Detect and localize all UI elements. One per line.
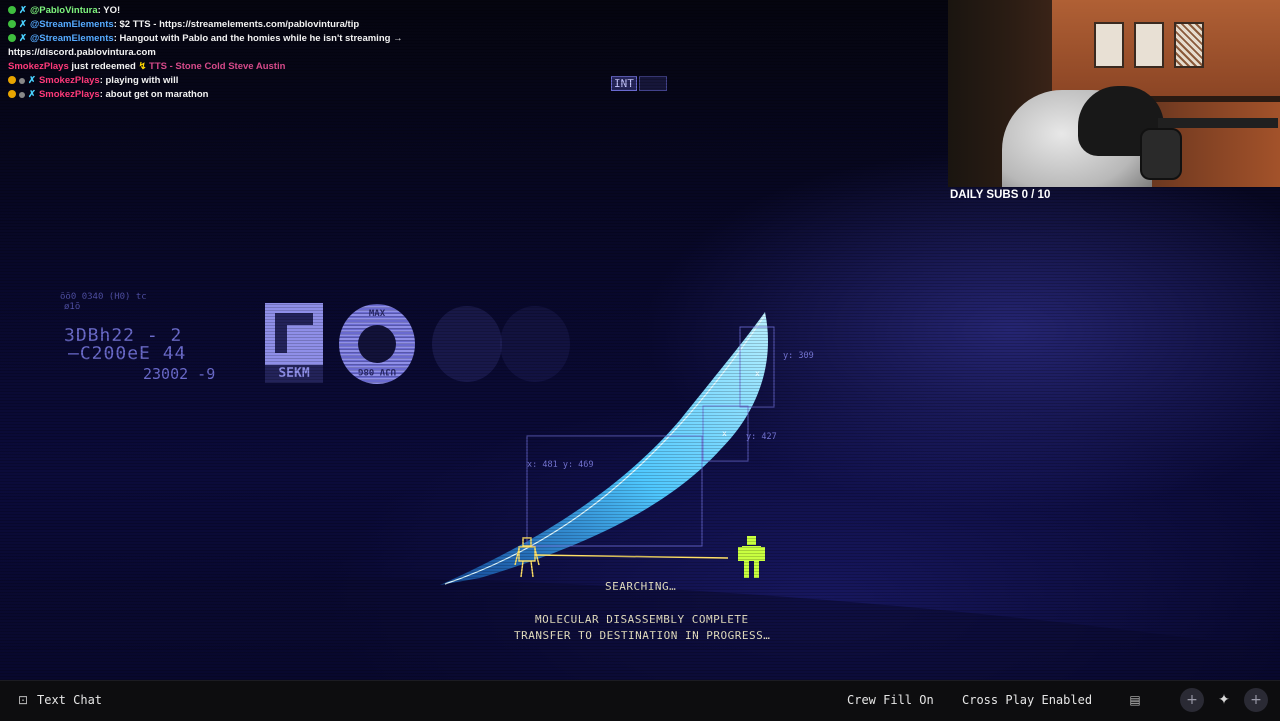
runner-solid-icon bbox=[738, 536, 765, 578]
tts-redeem: TTS - Stone Cold Steve Austin bbox=[149, 61, 286, 72]
chat-line: ✗ SmokezPlays: playing with will bbox=[8, 74, 608, 88]
grey-badge-icon bbox=[19, 78, 25, 84]
daily-subs-counter: DAILY SUBS 0 / 10 bbox=[950, 189, 1051, 201]
chat-username: SmokezPlays bbox=[8, 61, 69, 72]
bits-badge-icon bbox=[8, 90, 16, 98]
subscriber-badge-icon bbox=[8, 20, 16, 28]
microphone-icon bbox=[1140, 128, 1182, 180]
searching-status: SEARCHING… bbox=[605, 580, 677, 593]
chat-message: : about get on marathon bbox=[99, 89, 209, 100]
coord-label-main: x: 481 y: 469 bbox=[527, 460, 594, 470]
wall-art bbox=[1094, 22, 1124, 68]
sword-badge-icon: ✗ bbox=[19, 19, 27, 30]
sword-badge-icon: ✗ bbox=[19, 33, 27, 44]
crew-icon[interactable]: ✦ bbox=[1212, 688, 1236, 712]
text-chat-button[interactable]: Text Chat bbox=[37, 693, 102, 707]
chat-username: @StreamElements bbox=[29, 19, 114, 30]
chat-line: SmokezPlays just redeemed ↯ TTS - Stone … bbox=[8, 61, 286, 72]
chat-message: : playing with will bbox=[99, 75, 179, 86]
mic-arm bbox=[1158, 118, 1278, 128]
feather-icon bbox=[440, 312, 768, 585]
chat-message: $2 TTS - https://streamelements.com/pabl… bbox=[119, 19, 360, 30]
chat-line: ✗ SmokezPlays: about get on marathon bbox=[8, 88, 608, 102]
sword-badge-icon: ✗ bbox=[19, 5, 27, 16]
chat-username: @PabloVintura bbox=[29, 5, 98, 16]
svg-text:x: x bbox=[722, 429, 727, 438]
message-icon[interactable]: ▤ bbox=[1128, 693, 1142, 707]
cross-play-toggle[interactable]: Cross Play Enabled bbox=[962, 693, 1092, 707]
chat-message: Hangout with Pablo and the homies while … bbox=[119, 33, 403, 44]
sword-badge-icon: ✗ bbox=[28, 75, 36, 86]
coord-label-top: y: 309 bbox=[783, 351, 814, 361]
bottom-bar: ⊡ Text Chat Crew Fill On Cross Play Enab… bbox=[0, 680, 1280, 721]
plus-icon[interactable]: + bbox=[1244, 688, 1268, 712]
stream-chat: ✗ @PabloVintura: YO! ✗ @StreamElements: $2… bbox=[8, 4, 608, 102]
sword-badge-icon: ✗ bbox=[28, 89, 36, 100]
chat-message: https://discord.pablovintura.com bbox=[8, 47, 156, 58]
chat-message: just redeemed bbox=[71, 61, 136, 72]
wall-art bbox=[1134, 22, 1164, 68]
transfer-beam bbox=[534, 554, 729, 559]
chat-line: ✗ @StreamElements: $2 TTS - https://strea… bbox=[8, 18, 608, 32]
svg-text:x: x bbox=[755, 369, 760, 378]
bits-badge-icon bbox=[8, 76, 16, 84]
subscriber-badge-icon bbox=[8, 6, 16, 14]
chat-line: https://discord.pablovintura.com bbox=[8, 46, 608, 60]
chat-line: ✗ @StreamElements: Hangout with Pablo and… bbox=[8, 32, 608, 46]
chat-icon[interactable]: ⊡ bbox=[16, 693, 30, 707]
status-line-1: MOLECULAR DISASSEMBLY COMPLETE bbox=[535, 613, 749, 626]
coord-label-mid: y: 427 bbox=[746, 432, 777, 442]
subscriber-badge-icon bbox=[8, 34, 16, 42]
wall-art bbox=[1174, 22, 1204, 68]
chat-message: YO! bbox=[103, 5, 121, 16]
chat-username: SmokezPlays bbox=[38, 75, 100, 86]
grey-badge-icon bbox=[19, 92, 25, 98]
crew-fill-toggle[interactable]: Crew Fill On bbox=[847, 693, 934, 707]
chat-line: ✗ @PabloVintura: YO! bbox=[8, 4, 608, 18]
chat-username: SmokezPlays bbox=[38, 89, 100, 100]
chat-username: @StreamElements bbox=[29, 33, 114, 44]
status-line-2: TRANSFER TO DESTINATION IN PROGRESS… bbox=[514, 629, 771, 642]
plus-icon[interactable]: + bbox=[1180, 688, 1204, 712]
webcam-feed bbox=[948, 0, 1280, 187]
